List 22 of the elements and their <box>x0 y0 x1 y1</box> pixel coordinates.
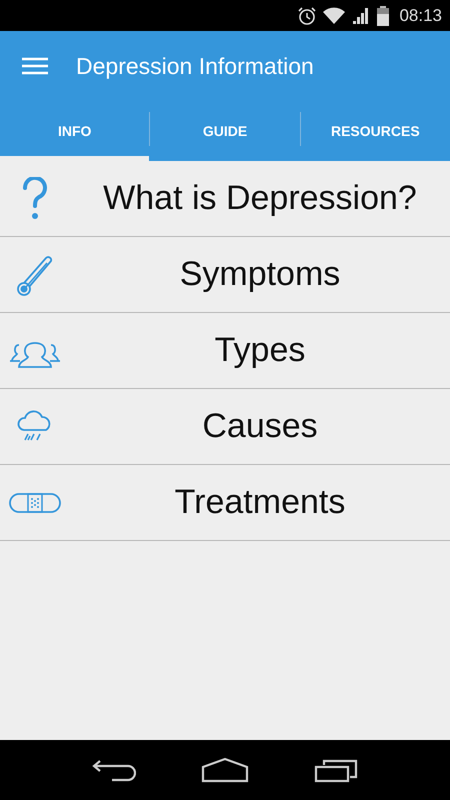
item-label: Treatments <box>174 483 346 522</box>
battery-icon <box>377 6 390 26</box>
list-item[interactable]: Treatments <box>0 465 450 541</box>
menu-icon[interactable] <box>22 57 48 75</box>
item-label: Symptoms <box>178 255 342 294</box>
list-item[interactable]: Types <box>0 313 450 389</box>
item-label: Types <box>214 331 306 370</box>
list-item[interactable]: Symptoms <box>0 237 450 313</box>
item-label: Causes <box>201 407 319 446</box>
wifi-icon <box>323 6 346 24</box>
thermometer-icon <box>16 254 54 296</box>
clock-time: 08:13 <box>399 6 442 26</box>
list-item[interactable]: What is Depression? <box>0 161 450 237</box>
item-label: What is Depression? <box>102 179 418 218</box>
app-title: Depression Information <box>76 52 314 80</box>
alarm-clock-icon <box>297 6 318 26</box>
question-mark-icon <box>22 176 48 220</box>
back-icon[interactable] <box>92 757 136 783</box>
home-icon[interactable] <box>200 757 249 783</box>
list-item[interactable]: Causes <box>0 389 450 465</box>
recent-apps-icon[interactable] <box>314 757 358 783</box>
bandage-icon <box>9 492 61 514</box>
